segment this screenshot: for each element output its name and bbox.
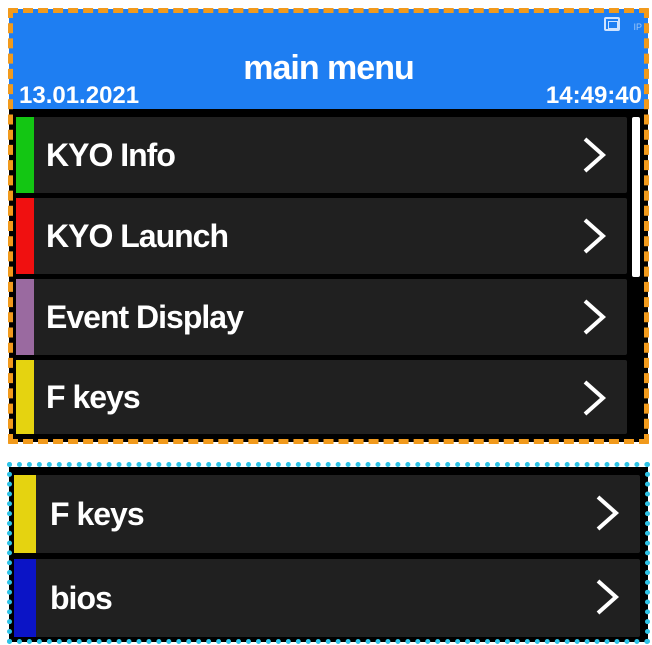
menu-item-kyo-info[interactable]: KYO Info [16,117,627,193]
chevron-right-icon [583,218,607,254]
chevron-right-icon [596,579,620,615]
menu-item-label: bios [50,579,113,616]
chevron-right-icon [596,495,620,531]
menu-continuation-screen: F keys bios [9,467,648,642]
menu-item-kyo-launch[interactable]: KYO Launch [16,198,627,274]
menu-item-label: F keys [50,495,145,532]
menu-item-label: F keys [46,378,141,415]
menu-item-color-stripe [14,475,36,553]
menu-item-color-stripe [16,198,34,274]
menu-item-color-stripe [16,360,34,434]
chevron-right-icon [583,380,607,416]
status-text: IP [633,22,642,32]
screen-icon [604,17,620,31]
menu-item-color-stripe [16,279,34,355]
scrollbar[interactable] [632,117,640,277]
menu-item-f-keys[interactable]: F keys [14,475,640,553]
menu-item-label: KYO Launch [46,217,229,254]
chevron-right-icon [583,299,607,335]
time-display: 14:49:40 [545,82,642,109]
chevron-right-icon [583,137,607,173]
menu-item-label: KYO Info [46,136,176,173]
date-display: 13.01.2021 [19,82,140,109]
menu-item-color-stripe [14,559,36,637]
menu-item-bios[interactable]: bios [14,559,640,637]
header-bar: main menu 13.01.2021 14:49:40 IP [9,9,648,109]
menu-item-event-display[interactable]: Event Display [16,279,627,355]
menu-item-color-stripe [16,117,34,193]
menu-item-f-keys[interactable]: F keys [16,360,627,434]
menu-item-label: Event Display [46,298,244,335]
main-menu-screen: main menu 13.01.2021 14:49:40 IP KYO Inf… [9,9,648,442]
